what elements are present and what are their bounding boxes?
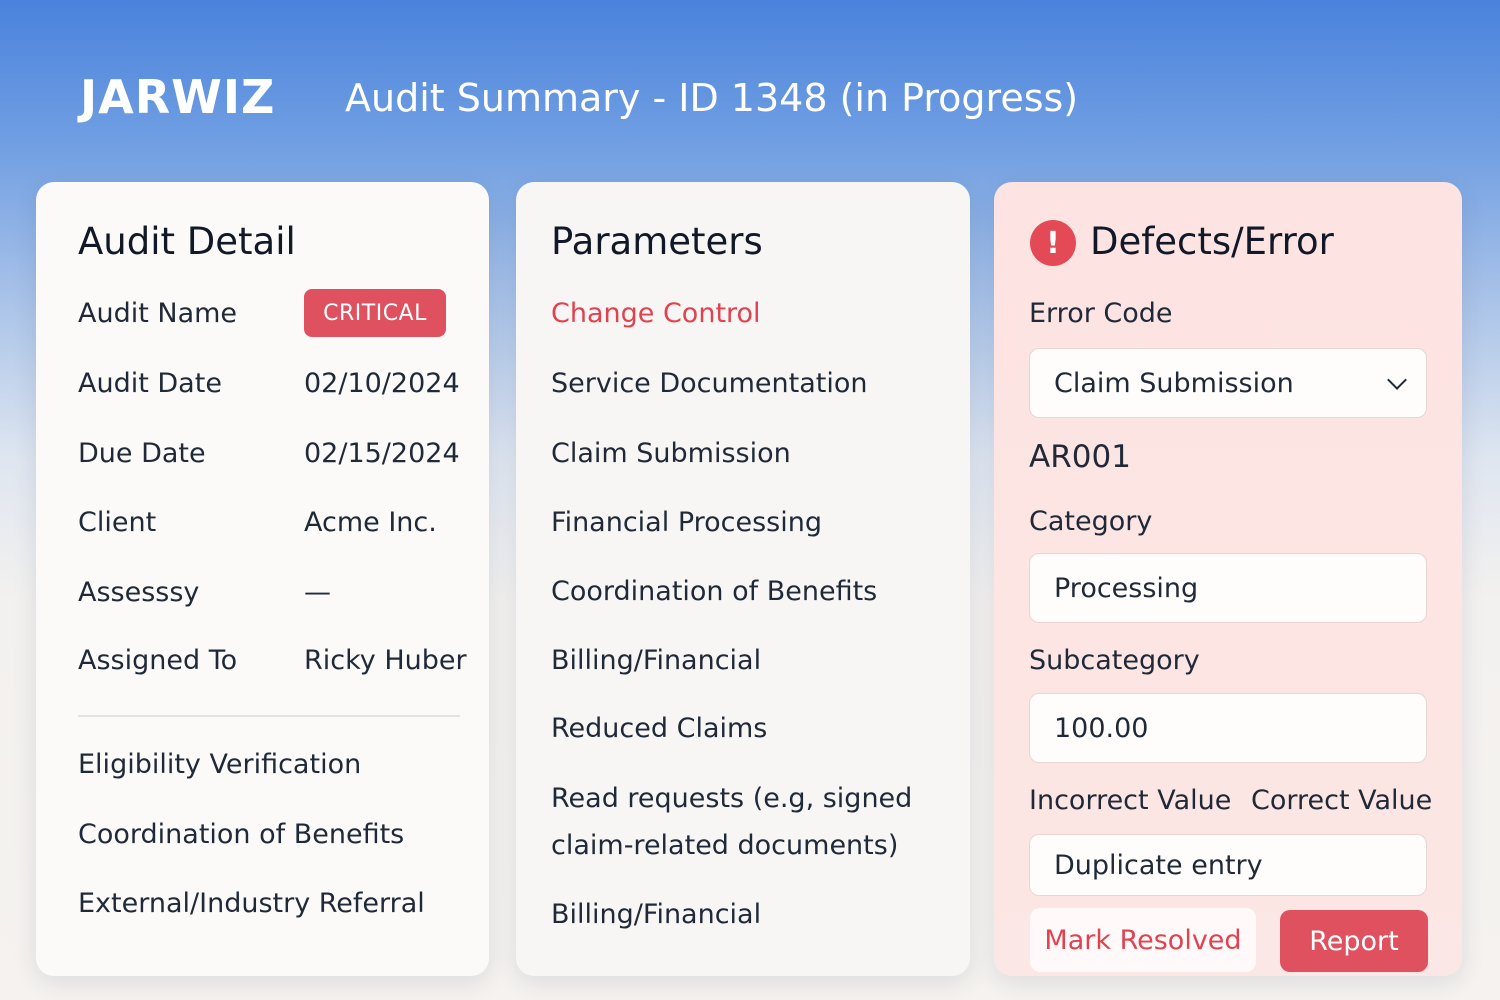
due-date-value: 02/15/2024 bbox=[304, 438, 460, 469]
parameter-item-read-requests-line1[interactable]: Read requests (e.g, signed bbox=[551, 783, 912, 814]
incorrect-value-field-value: Duplicate entry bbox=[1054, 849, 1263, 881]
page-title: Audit Summary - ID 1348 (in Progress) bbox=[345, 76, 1079, 120]
error-code-select-value: Claim Submission bbox=[1054, 367, 1294, 399]
due-date-label: Due Date bbox=[78, 438, 206, 469]
client-value: Acme Inc. bbox=[304, 507, 437, 538]
assessor-value: — bbox=[304, 577, 331, 608]
parameter-item-reduced-claims[interactable]: Reduced Claims bbox=[551, 713, 767, 744]
parameter-item-billing-financial-2[interactable]: Billing/Financial bbox=[551, 899, 761, 930]
extra-item-eligibility[interactable]: Eligibility Verification bbox=[78, 749, 361, 780]
subcategory-label: Subcategory bbox=[1029, 645, 1200, 676]
assigned-to-label: Assigned To bbox=[78, 645, 238, 676]
assessor-label: Assesssy bbox=[78, 577, 200, 608]
audit-detail-card: Audit Detail Audit Name CRITICAL Audit D… bbox=[36, 182, 489, 976]
defects-title: Defects/Error bbox=[1090, 220, 1334, 263]
parameters-card: Parameters Change Control Service Docume… bbox=[516, 182, 970, 976]
parameter-item-claim-submission[interactable]: Claim Submission bbox=[551, 438, 791, 469]
subcategory-field[interactable]: 100.00 bbox=[1029, 693, 1427, 763]
subcategory-field-value: 100.00 bbox=[1054, 712, 1149, 744]
assigned-to-value: Ricky Huber bbox=[304, 645, 467, 676]
header: JARWIZ Audit Summary - ID 1348 (in Progr… bbox=[0, 0, 1500, 180]
audit-detail-title: Audit Detail bbox=[78, 220, 296, 263]
mark-resolved-button[interactable]: Mark Resolved bbox=[1030, 908, 1256, 972]
incorrect-value-label: Incorrect Value bbox=[1029, 785, 1232, 816]
parameter-item-financial-processing[interactable]: Financial Processing bbox=[551, 507, 822, 538]
critical-badge: CRITICAL bbox=[304, 289, 446, 337]
parameters-title: Parameters bbox=[551, 220, 763, 263]
parameter-item-coordination-of-benefits[interactable]: Coordination of Benefits bbox=[551, 576, 877, 607]
error-code-select[interactable]: Claim Submission bbox=[1029, 348, 1427, 418]
chevron-down-icon bbox=[1387, 370, 1407, 390]
category-field[interactable]: Processing bbox=[1029, 553, 1427, 623]
report-button[interactable]: Report bbox=[1280, 910, 1428, 972]
brand-logo: JARWIZ bbox=[80, 70, 276, 124]
category-label: Category bbox=[1029, 506, 1153, 537]
parameter-item-service-documentation[interactable]: Service Documentation bbox=[551, 368, 868, 399]
extra-item-external-referral[interactable]: External/Industry Referral bbox=[78, 888, 425, 919]
category-field-value: Processing bbox=[1054, 572, 1199, 604]
audit-date-label: Audit Date bbox=[78, 368, 222, 399]
audit-name-label: Audit Name bbox=[78, 298, 238, 329]
client-label: Client bbox=[78, 507, 157, 538]
defects-card: ! Defects/Error Error Code Claim Submiss… bbox=[994, 182, 1462, 976]
extra-item-coordination[interactable]: Coordination of Benefits bbox=[78, 819, 404, 850]
parameter-item-read-requests-line2[interactable]: claim-related documents) bbox=[551, 830, 898, 861]
alert-circle-icon: ! bbox=[1030, 220, 1076, 266]
parameter-item-billing-financial[interactable]: Billing/Financial bbox=[551, 645, 761, 676]
error-code-value: AR001 bbox=[1029, 439, 1131, 475]
correct-value-label: Correct Value bbox=[1251, 785, 1433, 816]
divider bbox=[78, 715, 460, 717]
incorrect-value-field[interactable]: Duplicate entry bbox=[1029, 834, 1427, 896]
parameter-item-change-control[interactable]: Change Control bbox=[551, 298, 761, 329]
audit-date-value: 02/10/2024 bbox=[304, 368, 460, 399]
error-code-label: Error Code bbox=[1029, 298, 1173, 329]
